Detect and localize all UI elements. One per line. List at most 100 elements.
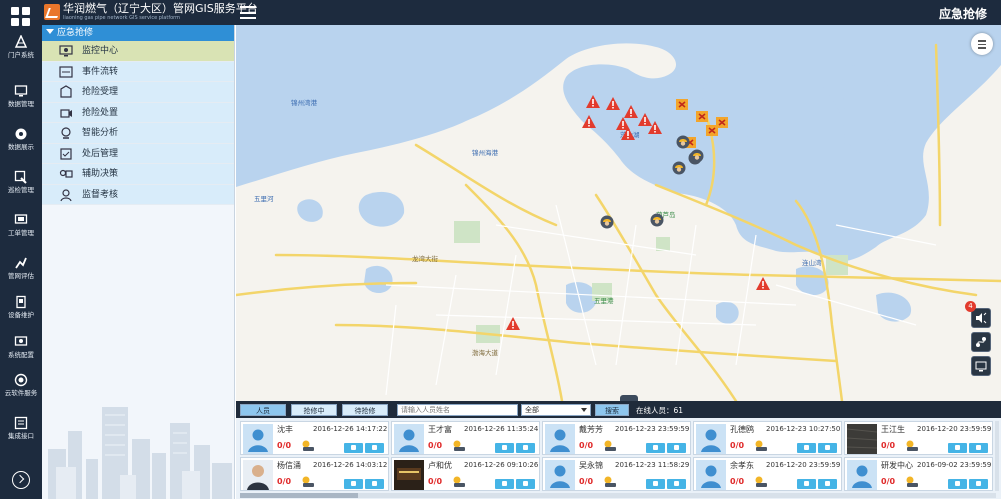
locate-button[interactable] [948,479,967,489]
assign-button[interactable] [365,479,384,489]
rail-item-integration[interactable]: 集成接口 [0,414,42,454]
rail-item-network-eval[interactable]: 管网评估 [0,254,42,294]
notification-count-badge: 4 [965,301,976,312]
personnel-card[interactable]: 王江生 2016-12-20 23:59:59 0/0 [844,421,993,455]
repair-worker-marker[interactable] [650,213,664,230]
filter-all-button[interactable]: 人员 [240,404,286,416]
emergency-alert-marker[interactable] [756,277,770,293]
assign-button[interactable] [365,443,384,453]
last-seen-time: 2016-12-26 14:03:12 [313,461,388,469]
dispose-icon [59,106,73,120]
task-count: 0/0 [881,477,896,486]
task-count: 0/0 [579,441,594,450]
emergency-alert-marker[interactable] [621,127,635,143]
rail-item-data-manage[interactable]: 数据管理 [0,82,42,122]
assign-button[interactable] [667,479,686,489]
assign-button[interactable] [516,443,535,453]
menu-item-decision[interactable]: 辅助决策 [42,164,234,185]
emergency-alert-marker[interactable] [506,317,520,333]
filter-idle-button[interactable]: 待抢修 [342,404,388,416]
locate-button[interactable] [646,479,665,489]
personnel-card[interactable]: 戴芳芳 2016-12-23 23:59:59 0/0 [542,421,691,455]
broadcast-tool-button[interactable] [971,308,991,328]
assign-button[interactable] [667,443,686,453]
repair-worker-marker[interactable] [600,215,614,232]
route-tool-button[interactable] [971,332,991,352]
locate-button[interactable] [495,479,514,489]
menu-item-analysis[interactable]: 智能分析 [42,123,234,144]
search-button[interactable]: 搜索 [595,404,629,416]
last-seen-time: 2016-12-20 23:59:59 [917,425,992,433]
map-label: 锦州海港 [472,149,498,157]
person-name: 杨信涌 [277,461,301,470]
avatar [243,424,273,454]
assign-button[interactable] [969,479,988,489]
repair-worker-marker[interactable] [690,149,704,166]
assign-button[interactable] [969,443,988,453]
assign-button[interactable] [818,479,837,489]
rail-item-system-config[interactable]: 系统配置 [0,333,42,373]
avatar [545,460,575,490]
personnel-card[interactable]: 卢和优 2016-12-26 09:10:26 0/0 [391,457,540,491]
personnel-card[interactable]: 研发中心 2016-09-02 23:59:59 0/0 [844,457,993,491]
assign-button[interactable] [516,479,535,489]
warning-triangle-icon [586,95,600,108]
status-select[interactable]: 全部 [521,404,591,416]
gis-map[interactable]: 锦州湾港 锦州海港 五里河 茨山湖 连山湾 渤海大道 龙湾大街 葫芦岛 五里港 … [236,25,1001,401]
rail-item-inspection[interactable]: 巡检管理 [0,168,42,208]
vertical-scrollbar[interactable] [995,421,999,491]
rail-item-cloud-service[interactable]: 云软件服务 [0,371,42,411]
emergency-alert-marker[interactable] [606,97,620,113]
network-eval-icon [0,256,42,270]
horizontal-scrollbar[interactable] [240,493,996,498]
personnel-card[interactable]: 孔德鸥 2016-12-23 10:27:50 0/0 [693,421,842,455]
locate-button[interactable] [948,443,967,453]
menu-item-dispose[interactable]: 抢险处置 [42,102,234,123]
personnel-card[interactable]: 沈丰 2016-12-26 14:17:22 0/0 [240,421,389,455]
cloud-service-icon [0,373,42,387]
menu-group-header[interactable]: 应急抢修 [42,25,234,41]
expand-rail-button[interactable] [12,471,30,489]
monitor-icon [59,44,73,58]
menu-item-event-flow[interactable]: 事件流转 [42,61,234,82]
last-seen-time: 2016-12-23 23:59:59 [615,425,690,433]
rail-item-equipment[interactable]: 设备维护 [0,293,42,333]
locate-button[interactable] [646,443,665,453]
locate-button[interactable] [344,479,363,489]
emergency-alert-marker[interactable] [648,121,662,137]
locate-button[interactable] [344,443,363,453]
apps-grid-icon[interactable] [11,7,31,27]
locate-button[interactable] [797,443,816,453]
rail-item-portal[interactable]: 门户系统 [0,33,42,73]
repair-task-marker[interactable] [676,99,688,115]
filter-busy-button[interactable]: 抢修中 [291,404,337,416]
map-menu-button[interactable] [971,33,993,55]
locate-button[interactable] [797,479,816,489]
task-count: 0/0 [881,441,896,450]
emergency-alert-marker[interactable] [582,115,596,131]
repair-task-marker[interactable] [716,117,728,133]
brand-subtitle: liaoning gas pipe network GIS service pl… [63,15,180,21]
person-search-input[interactable] [397,404,518,416]
layer-tool-button[interactable] [971,356,991,376]
rail-item-data-display[interactable]: 数据展示 [0,125,42,165]
personnel-card[interactable]: 余孝东 2016-12-20 23:59:59 0/0 [693,457,842,491]
assign-button[interactable] [818,443,837,453]
menu-group-label: 应急抢修 [57,28,94,38]
map-basemap [236,25,1001,401]
accept-icon [59,85,73,99]
menu-item-accept[interactable]: 抢险受理 [42,82,234,103]
locate-button[interactable] [495,443,514,453]
menu-item-monitor[interactable]: 监控中心 [42,41,234,62]
repair-worker-marker[interactable] [672,161,686,178]
rail-item-label: 工单管理 [8,229,34,237]
menu-item-after-manage[interactable]: 处后管理 [42,143,234,164]
personnel-card[interactable]: 王才富 2016-12-26 11:35:24 0/0 [391,421,540,455]
personnel-card[interactable]: 杨信涌 2016-12-26 14:03:12 0/0 [240,457,389,491]
emergency-alert-marker[interactable] [586,95,600,111]
rail-item-workorder[interactable]: 工单管理 [0,211,42,251]
personnel-card[interactable]: 吴永锦 2016-12-23 11:58:29 0/0 [542,457,691,491]
menu-item-supervise[interactable]: 监督考核 [42,184,234,205]
repair-worker-marker[interactable] [676,135,690,152]
hamburger-menu-icon[interactable] [240,6,256,19]
